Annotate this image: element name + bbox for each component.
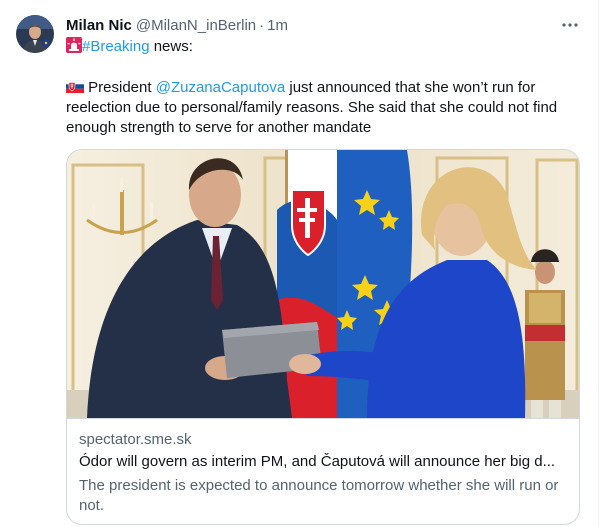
avatar[interactable]	[16, 15, 54, 53]
tweet-text-prefix: President	[84, 79, 156, 96]
more-button[interactable]	[558, 15, 582, 35]
card-title[interactable]: Ódor will govern as interim PM, and Čapu…	[79, 453, 569, 470]
avatar-image	[16, 15, 54, 53]
card-domain: spectator.sme.sk	[79, 431, 192, 448]
breaking-news-text: news:	[149, 38, 193, 55]
timestamp[interactable]: 1m	[267, 17, 288, 34]
author-handle[interactable]: @MilanN_inBerlin	[136, 17, 256, 34]
tweet-line-breaking: #Breaking news:	[66, 37, 193, 57]
siren-icon	[66, 37, 82, 53]
mention-link[interactable]: @ZuzanaCaputova	[156, 79, 285, 96]
link-card[interactable]: spectator.sme.sk Ódor will govern as int…	[66, 149, 580, 525]
card-image[interactable]	[67, 150, 579, 418]
separator-dot: ·	[259, 16, 265, 34]
more-horizontal-icon	[562, 23, 578, 27]
tweet-text: President @ZuzanaCaputova just announced…	[65, 78, 576, 138]
card-photo	[67, 150, 579, 418]
hashtag-breaking[interactable]: #Breaking	[82, 38, 150, 55]
slovakia-flag-icon	[65, 79, 85, 93]
card-description: The president is expected to announce to…	[79, 477, 559, 514]
card-divider	[67, 418, 579, 419]
tweet[interactable]: Milan Nic @MilanN_inBerlin · 1m #Breakin…	[0, 0, 599, 527]
author-name[interactable]: Milan Nic	[66, 17, 132, 34]
tweet-header: Milan Nic @MilanN_inBerlin · 1m	[66, 15, 288, 35]
